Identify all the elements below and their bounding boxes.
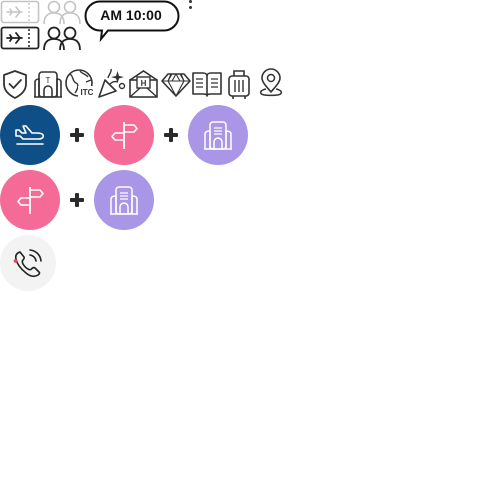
travelers-icon	[42, 26, 82, 50]
signpost-button[interactable]	[94, 105, 154, 165]
terminal-building-icon[interactable]: T	[32, 68, 64, 100]
diamond-icon[interactable]	[160, 68, 192, 100]
map-pin-icon[interactable]	[255, 68, 287, 100]
signpost-icon	[17, 187, 44, 214]
signpost-icon	[111, 122, 138, 149]
boarding-pass-icon	[0, 26, 40, 50]
signpost-button[interactable]	[0, 170, 60, 230]
book-icon[interactable]	[191, 68, 223, 100]
boarding-pass-faded-icon	[0, 0, 40, 24]
time-bubble: AM 10:00	[84, 0, 180, 42]
flight-button[interactable]	[0, 105, 60, 165]
building-icon	[204, 121, 232, 150]
building-icon	[110, 186, 138, 215]
itc-label: ITC	[81, 88, 94, 97]
hotel-letter: H	[141, 79, 147, 88]
terminal-letter: T	[46, 76, 51, 85]
shield-check-icon[interactable]	[0, 68, 32, 100]
travelers-faded-icon	[42, 0, 82, 24]
building-button[interactable]	[94, 170, 154, 230]
time-label: AM 10:00	[100, 7, 162, 23]
flight-icon	[15, 125, 45, 145]
luggage-icon[interactable]	[223, 68, 255, 100]
itc-globe-icon[interactable]: ITC	[64, 68, 96, 100]
plus-icon	[70, 128, 84, 142]
phone-call-icon	[13, 249, 42, 278]
call-button[interactable]	[0, 235, 56, 291]
party-popper-icon[interactable]	[96, 68, 128, 100]
plus-icon	[164, 128, 178, 142]
building-button[interactable]	[188, 105, 248, 165]
hotel-envelope-icon[interactable]: H	[128, 68, 160, 100]
more-options-icon[interactable]	[189, 0, 193, 14]
plus-icon	[70, 193, 84, 207]
